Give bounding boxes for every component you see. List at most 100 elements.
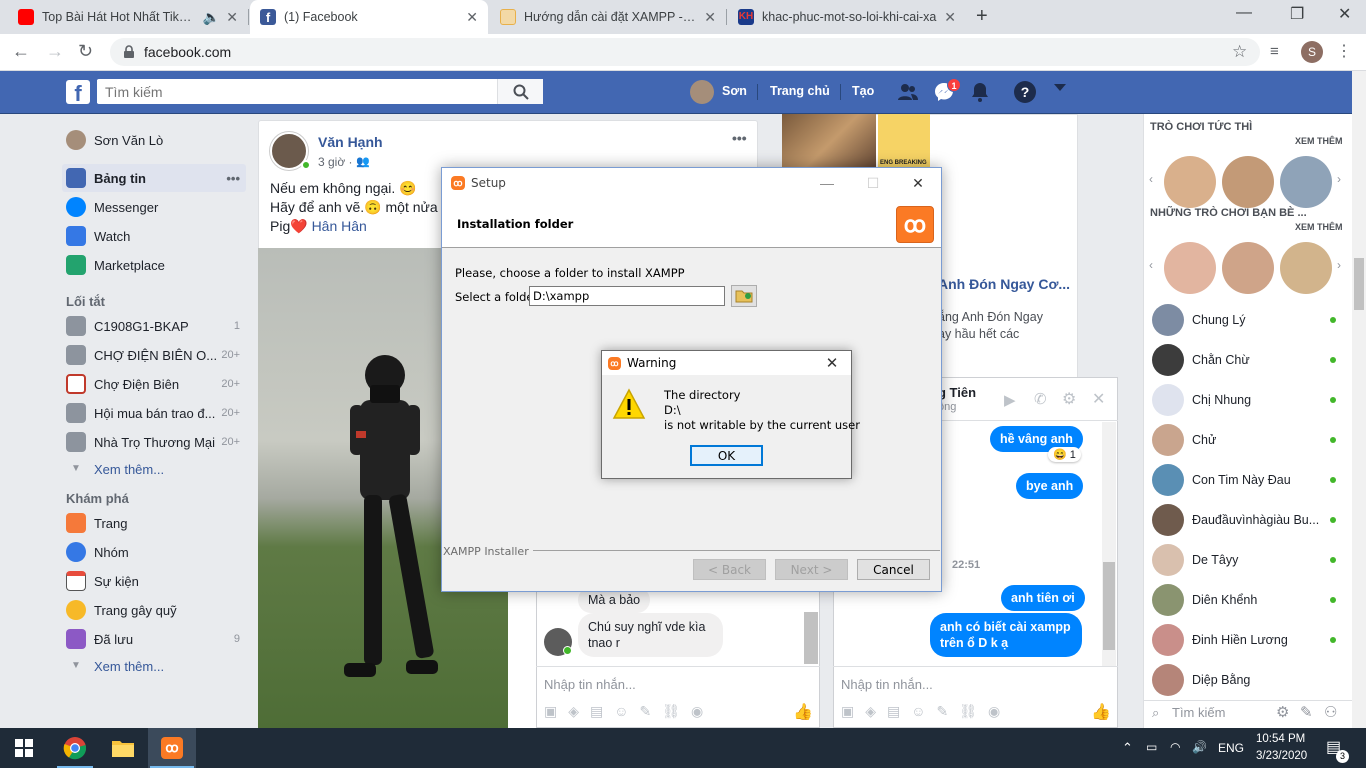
sidebar-shortcut[interactable]: Nhà Trọ Thương Mại 20+ xyxy=(62,428,246,456)
start-button[interactable] xyxy=(0,728,48,768)
game-thumbnail[interactable] xyxy=(1222,156,1274,208)
contact-item[interactable]: Con Tim Này Đau xyxy=(1152,463,1342,497)
sidebar-item-groups[interactable]: Nhóm xyxy=(62,538,246,566)
see-more-shortcuts[interactable]: ▼ Xem thêm... xyxy=(62,455,246,483)
wifi-icon[interactable]: ◠ xyxy=(1170,740,1180,754)
back-button[interactable]: < Back xyxy=(693,559,766,580)
close-icon[interactable]: ✕ xyxy=(1338,4,1351,24)
forward-arrow-icon[interactable]: → xyxy=(46,41,64,62)
sidebar-item-pages[interactable]: Trang xyxy=(62,509,246,537)
browser-tab-khac-phuc[interactable]: KH khac-phuc-mot-so-loi-khi-cai-xa ✕ xyxy=(728,0,966,34)
sidebar-shortcut[interactable]: C1908G1-BKAP 1 xyxy=(62,312,246,340)
new-tab-button[interactable]: + xyxy=(976,5,988,28)
chat-input[interactable]: Nhập tin nhắn... xyxy=(841,677,933,692)
facebook-logo[interactable]: f xyxy=(66,80,90,104)
chevron-right-icon[interactable]: › xyxy=(1337,258,1341,272)
close-icon[interactable]: ✕ xyxy=(944,9,956,26)
friends-icon[interactable] xyxy=(897,81,919,103)
media-control-icon[interactable]: ≡ xyxy=(1270,43,1279,60)
sidebar-item-messenger[interactable]: Messenger xyxy=(62,193,246,221)
taskbar-xampp[interactable]: ꝏ xyxy=(148,728,196,768)
profile-avatar[interactable]: S xyxy=(1301,41,1323,63)
create-link[interactable]: Tạo xyxy=(852,84,874,98)
minimize-icon[interactable]: — xyxy=(804,168,850,198)
restore-icon[interactable]: ❐ xyxy=(1290,4,1304,24)
reload-icon[interactable]: ↻ xyxy=(78,41,93,62)
game-thumbnail[interactable] xyxy=(1280,242,1332,294)
compose-icon[interactable]: ✎ xyxy=(1300,703,1313,721)
close-icon[interactable]: ✕ xyxy=(226,9,238,26)
close-icon[interactable]: ✕ xyxy=(704,9,716,26)
see-all-games-link[interactable]: XEM THÊM xyxy=(1295,136,1343,146)
sidebar-item-events[interactable]: Sự kiện xyxy=(62,567,246,595)
clock-date[interactable]: 3/23/2020 xyxy=(1256,750,1307,762)
close-icon[interactable]: ✕ xyxy=(1092,389,1105,409)
more-options-icon[interactable]: ••• xyxy=(226,171,240,186)
post-options-button[interactable]: ••• xyxy=(732,130,747,146)
video-call-icon[interactable]: ▶ xyxy=(1004,391,1016,409)
browser-tab-facebook[interactable]: f (1) Facebook ✕ xyxy=(250,0,488,34)
page-scrollbar-thumb[interactable] xyxy=(1354,258,1364,310)
browse-folder-button[interactable] xyxy=(731,285,757,307)
help-icon[interactable]: ? xyxy=(1014,81,1036,103)
sidebar-item-marketplace[interactable]: Marketplace xyxy=(62,251,246,279)
address-bar[interactable]: facebook.com xyxy=(110,38,1260,66)
menu-kebab-icon[interactable]: ⋮ xyxy=(1336,41,1352,61)
game-thumbnail[interactable] xyxy=(1280,156,1332,208)
chat-toolbar-icons[interactable]: ▣◈▤☺✎⛓◉ xyxy=(841,703,1011,720)
close-icon[interactable]: ✕ xyxy=(895,168,941,198)
gear-icon[interactable]: ⚙ xyxy=(1276,703,1289,721)
message-reaction[interactable]: 😄 1 xyxy=(1048,447,1081,462)
article-thumbnail[interactable] xyxy=(782,114,876,174)
sidebar-profile[interactable]: Sơn Văn Lò xyxy=(62,126,246,154)
language-indicator[interactable]: ENG xyxy=(1218,741,1244,755)
see-more-explore[interactable]: ▼ Xem thêm... xyxy=(62,652,246,680)
chevron-right-icon[interactable]: › xyxy=(1337,172,1341,186)
contact-item[interactable]: De Tâyy xyxy=(1152,543,1342,577)
maximize-icon[interactable]: ☐ xyxy=(850,168,896,198)
sidebar-item-saved[interactable]: Đã lưu 9 xyxy=(62,625,246,653)
user-avatar[interactable] xyxy=(690,80,714,104)
browser-tab-xampp-guide[interactable]: Hướng dẫn cài đặt XAMPP - MyS ✕ xyxy=(490,0,726,34)
contact-item[interactable]: Diệp Bằng xyxy=(1152,663,1342,697)
chevron-left-icon[interactable]: ‹ xyxy=(1149,258,1153,272)
battery-icon[interactable]: ▭ xyxy=(1146,740,1157,754)
contact-item[interactable]: Đauđầuvìnhàgiàu Bu... xyxy=(1152,503,1342,537)
contact-item[interactable]: Chằn Chừ xyxy=(1152,343,1342,377)
search-input[interactable] xyxy=(97,80,497,103)
contact-item[interactable]: Đinh Hiền Lương xyxy=(1152,623,1342,657)
bell-icon[interactable] xyxy=(969,81,991,103)
setup-title-bar[interactable]: ꝏ Setup — ☐ ✕ xyxy=(442,168,941,198)
close-icon[interactable]: ✕ xyxy=(814,351,850,375)
contact-item[interactable]: Chị Nhung xyxy=(1152,383,1342,417)
next-button[interactable]: Next > xyxy=(775,559,848,580)
folder-path-input[interactable] xyxy=(529,286,725,306)
contacts-search-input[interactable]: Tìm kiếm xyxy=(1172,705,1225,720)
minimize-icon[interactable]: — xyxy=(1236,4,1252,22)
taskbar-chrome[interactable] xyxy=(51,728,99,768)
gear-icon[interactable]: ⚙ xyxy=(1062,389,1076,409)
game-thumbnail[interactable] xyxy=(1222,242,1274,294)
like-icon[interactable]: 👍 xyxy=(793,702,813,722)
contact-item[interactable]: Chử xyxy=(1152,423,1342,457)
star-icon[interactable]: ☆ xyxy=(1232,42,1247,62)
like-icon[interactable]: 👍 xyxy=(1091,702,1111,722)
sidebar-shortcut[interactable]: Hội mua bán trao đ... 20+ xyxy=(62,399,246,427)
sidebar-item-news-feed[interactable]: Bảng tin ••• xyxy=(62,164,246,192)
chat-toolbar-icons[interactable]: ▣◈▤☺✎⛓◉ xyxy=(544,703,714,720)
chevron-left-icon[interactable]: ‹ xyxy=(1149,172,1153,186)
phone-icon[interactable]: ✆ xyxy=(1034,390,1047,408)
ok-button[interactable]: OK xyxy=(690,445,763,466)
game-thumbnail[interactable] xyxy=(1164,242,1216,294)
sidebar-shortcut[interactable]: CHỢ ĐIỆN BIÊN O... 20+ xyxy=(62,341,246,369)
search-button[interactable] xyxy=(497,79,543,104)
post-time[interactable]: 3 giờ · xyxy=(318,155,353,169)
game-thumbnail[interactable] xyxy=(1164,156,1216,208)
tray-chevron-up-icon[interactable]: ⌃ xyxy=(1122,740,1133,756)
account-menu-caret-icon[interactable] xyxy=(1054,84,1066,91)
home-link[interactable]: Trang chủ xyxy=(770,84,830,98)
close-icon[interactable]: ✕ xyxy=(466,9,478,26)
browser-tab-tiktok[interactable]: Top Bài Hát Hot Nhất TikTok 🔈 ✕ xyxy=(8,0,248,34)
taskbar-file-explorer[interactable] xyxy=(99,728,147,768)
contact-item[interactable]: Chung Lý xyxy=(1152,303,1342,337)
